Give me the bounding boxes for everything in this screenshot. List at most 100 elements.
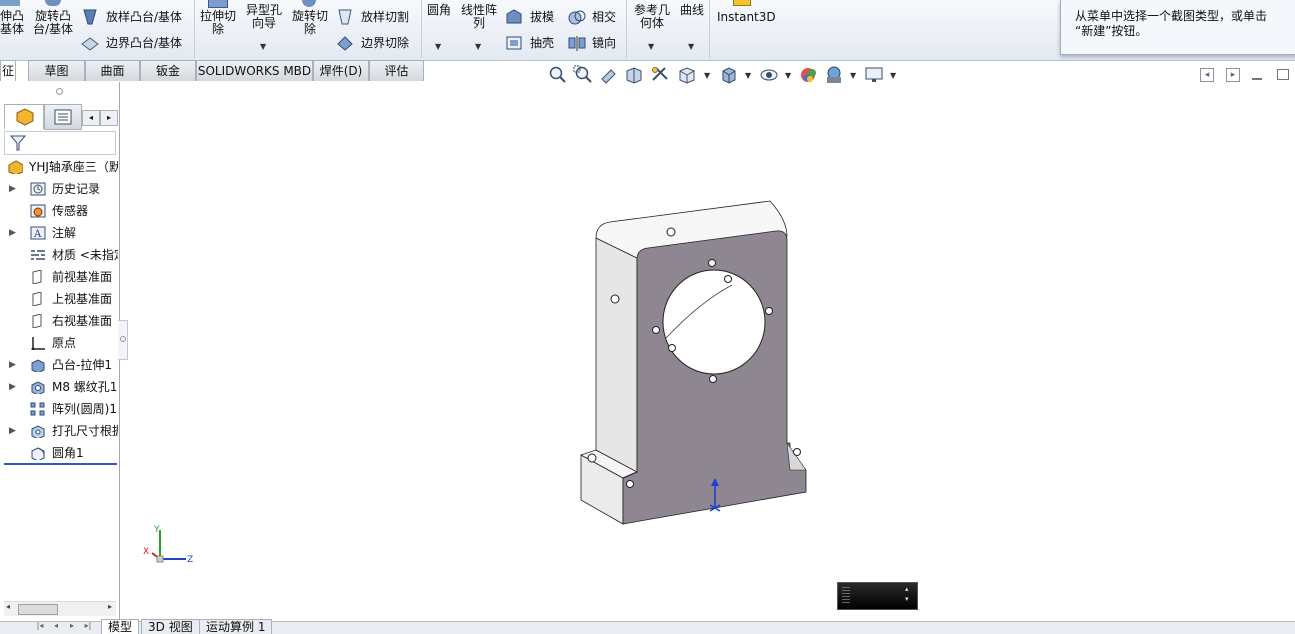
tab-evaluate[interactable]: 评估 [369, 60, 424, 81]
tree-filter-box[interactable] [4, 131, 116, 155]
restore-icon[interactable] [1277, 69, 1289, 80]
tree-item[interactable]: 前视基准面 [0, 267, 118, 287]
zoom-to-fit-icon[interactable] [548, 65, 568, 85]
collapse-right-icon[interactable]: ▸ [1226, 68, 1240, 82]
panel-splitter-handle[interactable] [118, 320, 128, 360]
extrude-boss-icon[interactable] [0, 0, 20, 6]
hide-show-items-icon[interactable] [759, 65, 779, 85]
floating-view-widget[interactable]: ▴ ▾ [837, 582, 918, 610]
previous-view-icon[interactable] [599, 65, 619, 85]
loft-cut-button[interactable]: 放样切割 [361, 11, 409, 24]
loft-cut-icon[interactable] [336, 8, 354, 26]
extrude-cut-button[interactable]: 拉伸切 除 [198, 10, 238, 36]
shell-button[interactable]: 抽壳 [530, 37, 554, 50]
panel-horizontal-scrollbar[interactable]: ◂ ▸ [4, 601, 116, 616]
draft-icon[interactable] [504, 8, 524, 26]
panel-grip-icon[interactable] [56, 88, 63, 95]
view-orientation-dropdown-icon[interactable]: ▼ [704, 71, 710, 91]
mirror-button[interactable]: 镜向 [592, 37, 616, 50]
tab-features[interactable]: 征 [0, 60, 16, 81]
extrude-cut-icon[interactable] [208, 0, 228, 8]
collapse-left-icon[interactable]: ◂ [1200, 68, 1214, 82]
linear-pattern-button[interactable]: 线性阵 列 [458, 4, 500, 30]
view-settings-dropdown-icon[interactable]: ▼ [890, 71, 896, 91]
tree-item[interactable]: ▶ 打孔尺寸根据 [0, 421, 118, 441]
apply-scene-icon[interactable] [824, 65, 844, 85]
property-manager-tab[interactable] [44, 104, 82, 130]
part-model-3d[interactable] [570, 195, 820, 530]
boundary-boss-button[interactable]: 边界凸台/基体 [106, 37, 182, 50]
draft-button[interactable]: 拔模 [530, 11, 554, 24]
boundary-cut-icon[interactable] [336, 34, 354, 52]
tab-scroll-right-icon[interactable]: ▸ [100, 110, 118, 126]
tree-item[interactable]: 阵列(圆周)1 [0, 399, 118, 419]
intersect-button[interactable]: 相交 [592, 11, 616, 24]
expand-arrow-icon[interactable]: ▶ [9, 377, 16, 397]
rollback-bar[interactable] [4, 463, 117, 465]
tab-navigation-arrows[interactable]: |◂ ◂ ▸ ▸| [32, 621, 96, 633]
mirror-icon[interactable] [567, 34, 587, 52]
first-tab-icon[interactable]: |◂ [32, 621, 48, 633]
tree-item[interactable]: 材质 <未指定> [0, 245, 118, 265]
tree-item[interactable]: 上视基准面 [0, 289, 118, 309]
view-orientation-icon[interactable] [677, 65, 697, 85]
tree-item[interactable]: ▶ M8 螺纹孔1 [0, 377, 118, 397]
display-style-icon[interactable] [719, 65, 739, 85]
tree-item[interactable]: ▶ 凸台-拉伸1 [0, 355, 118, 375]
fillet-button[interactable]: 圆角 [427, 4, 451, 17]
tab-solidworks-mbd[interactable]: SOLIDWORKS MBD [196, 60, 313, 81]
tree-item[interactable]: 右视基准面 [0, 311, 118, 331]
widget-up-arrow-icon[interactable]: ▴ [905, 585, 909, 593]
revolve-cut-button[interactable]: 旋转切 除 [290, 10, 330, 36]
widget-down-arrow-icon[interactable]: ▾ [905, 595, 909, 603]
tab-weldments[interactable]: 焊件(D) [313, 60, 369, 81]
hole-wizard-button[interactable]: 异型孔 向导 [244, 4, 284, 30]
shell-icon[interactable] [504, 34, 524, 52]
expand-arrow-icon[interactable]: ▶ [9, 355, 16, 375]
view-settings-icon[interactable] [864, 65, 884, 85]
reference-geometry-button[interactable]: 参考几 何体 [630, 4, 674, 30]
tab-scroll-left-icon[interactable]: ◂ [82, 110, 100, 126]
tree-item[interactable]: ▶ A 注解 [0, 223, 118, 243]
tab-sketch[interactable]: 草图 [28, 60, 85, 81]
linear-pattern-dropdown-icon[interactable]: ▼ [475, 42, 481, 51]
last-tab-icon[interactable]: ▸| [80, 621, 96, 633]
bottom-tab-model[interactable]: 模型 [101, 619, 140, 634]
widget-grip-icon[interactable] [842, 587, 850, 605]
fillet-dropdown-icon[interactable]: ▼ [435, 42, 441, 51]
expand-arrow-icon[interactable]: ▶ [9, 179, 16, 199]
bottom-tab-3d-view[interactable]: 3D 视图 [141, 619, 200, 634]
curves-dropdown-icon[interactable]: ▼ [688, 42, 694, 51]
hole-wizard-dropdown-icon[interactable]: ▼ [260, 42, 266, 51]
instant3d-button[interactable]: Instant3D [717, 11, 776, 24]
display-style-dropdown-icon[interactable]: ▼ [745, 71, 751, 91]
tree-item[interactable]: ▶ 历史记录 [0, 179, 118, 199]
tree-item[interactable]: 原点 [0, 333, 118, 353]
tree-item[interactable]: 传感器 [0, 201, 118, 221]
intersect-icon[interactable] [567, 8, 587, 26]
tab-sheet-metal[interactable]: 钣金 [140, 60, 196, 81]
prev-tab-icon[interactable]: ◂ [48, 621, 64, 633]
apply-scene-dropdown-icon[interactable]: ▼ [850, 71, 856, 91]
reference-geometry-dropdown-icon[interactable]: ▼ [648, 42, 654, 51]
tab-surfaces[interactable]: 曲面 [85, 60, 140, 81]
boundary-cut-button[interactable]: 边界切除 [361, 37, 409, 50]
hide-show-items-dropdown-icon[interactable]: ▼ [785, 71, 791, 91]
boundary-boss-icon[interactable] [80, 34, 100, 52]
expand-arrow-icon[interactable]: ▶ [9, 421, 16, 441]
next-tab-icon[interactable]: ▸ [64, 621, 80, 633]
dynamic-annotation-views-icon[interactable] [650, 65, 670, 85]
scroll-right-arrow-icon[interactable]: ▸ [108, 602, 112, 611]
curves-button[interactable]: 曲线 [680, 4, 704, 17]
minimize-icon[interactable] [1252, 78, 1262, 80]
tree-root[interactable]: YHJ轴承座三（默 [0, 157, 118, 177]
scroll-left-arrow-icon[interactable]: ◂ [6, 602, 10, 611]
edit-appearance-icon[interactable] [799, 65, 819, 85]
loft-boss-icon[interactable] [80, 8, 100, 26]
section-view-icon[interactable] [624, 65, 644, 85]
extrude-boss-button[interactable]: 伸凸 基体 [0, 10, 24, 36]
bottom-tab-motion-study[interactable]: 运动算例 1 [199, 619, 273, 634]
loft-boss-button[interactable]: 放样凸台/基体 [106, 11, 182, 24]
zoom-to-area-icon[interactable] [573, 65, 593, 85]
revolve-boss-button[interactable]: 旋转凸 台/基体 [32, 10, 74, 36]
